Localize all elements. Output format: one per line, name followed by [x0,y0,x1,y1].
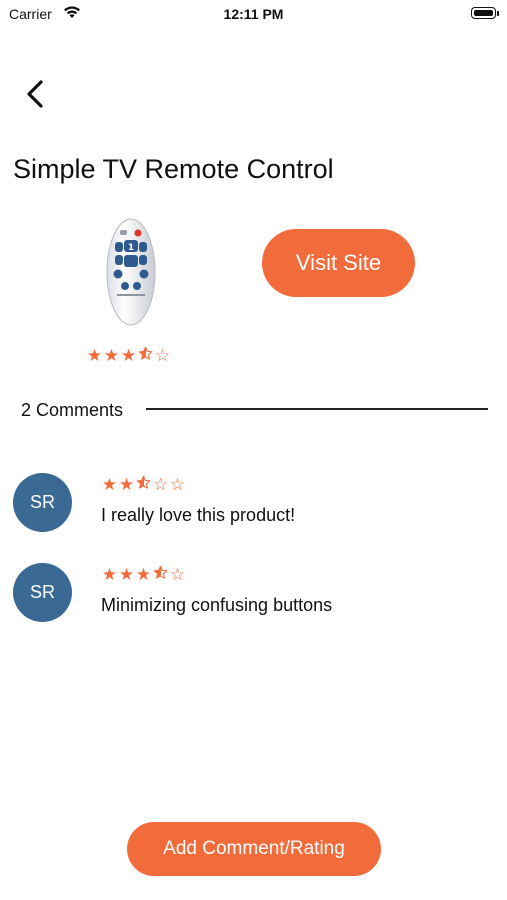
visit-site-button[interactable]: Visit Site [262,229,415,297]
comment-text: Minimizing confusing buttons [101,595,333,615]
comment-item: SR ★ ★ ★ ☆ Minimizing confusing buttons [0,563,507,633]
star-half-icon [135,475,152,495]
star-empty-icon: ☆ [169,475,186,494]
star-full-icon: ★ [120,346,137,365]
star-full-icon: ★ [118,565,135,584]
comments-count: 2 Comments [21,400,124,420]
tv-remote-image: 1 [103,216,159,328]
svg-text:1: 1 [128,243,134,253]
star-empty-icon: ☆ [152,475,169,494]
star-empty-icon: ☆ [169,565,186,584]
chevron-left-icon [27,80,43,108]
battery-cap [497,11,499,16]
status-bar: Carrier 12:11 PM [0,0,507,30]
star-full-icon: ★ [101,475,118,494]
back-button[interactable] [18,74,54,114]
star-empty-icon: ☆ [154,346,171,365]
star-half-icon [152,565,169,585]
star-full-icon: ★ [103,346,120,365]
comment-item: SR ★ ★ ☆ ☆ I really love this product! [0,473,507,543]
add-comment-rating-button[interactable]: Add Comment/Rating [127,822,381,876]
star-full-icon: ★ [101,565,118,584]
comment-rating-stars: ★ ★ ☆ ☆ [101,475,186,495]
battery-icon [471,7,496,19]
comment-text: I really love this product! [101,505,296,525]
star-full-icon: ★ [86,346,103,365]
star-full-icon: ★ [135,565,152,584]
product-rating-stars: ★ ★ ★ ☆ [86,346,171,366]
star-half-icon [137,346,154,366]
product-title: Simple TV Remote Control [13,154,334,184]
comment-rating-stars: ★ ★ ★ ☆ [101,565,186,585]
comments-divider [146,408,488,410]
status-time: 12:11 PM [223,6,284,22]
star-full-icon: ★ [118,475,135,494]
avatar: SR [13,473,72,532]
avatar: SR [13,563,72,622]
